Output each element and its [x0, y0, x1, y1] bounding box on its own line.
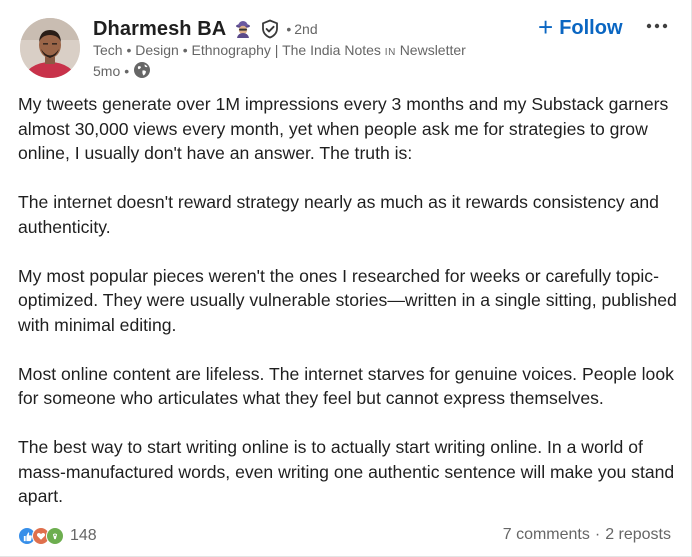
post-body: My tweets generate over 1M impressions e… [18, 92, 678, 509]
post-time[interactable]: 5mo [93, 63, 120, 79]
degree-label: 2nd [294, 21, 318, 37]
more-icon[interactable] [645, 14, 669, 38]
post-paragraph: My tweets generate over 1M impressions e… [18, 94, 669, 163]
feed-post: Dharmesh BA • 2nd Tech • Design • Ethnogr… [0, 0, 692, 557]
profile-photo [20, 18, 80, 78]
spy-badge-icon [233, 19, 253, 39]
follow-button[interactable]: + Follow [538, 14, 623, 42]
avatar[interactable] [20, 18, 80, 78]
author-name[interactable]: Dharmesh BA [93, 18, 226, 41]
celebrate-icon [46, 527, 64, 545]
post-paragraph: Most online content are lifeless. The in… [18, 363, 674, 409]
post-paragraph: The internet doesn't reward strategy nea… [18, 192, 659, 237]
reposts-link[interactable]: 2 reposts [605, 526, 671, 544]
headline-badge: IN [384, 47, 396, 58]
engagement-stats: 7 comments · 2 reposts [502, 526, 671, 544]
headline-suffix: Newsletter [399, 42, 466, 58]
reaction-count: 148 [70, 527, 97, 544]
verified-shield-icon[interactable] [260, 19, 280, 39]
author-headline: Tech • Design • Ethnography | The India … [93, 42, 466, 58]
post-paragraph: The best way to start writing online is … [18, 437, 675, 506]
globe-icon [133, 61, 151, 82]
author-row: Dharmesh BA • 2nd [93, 16, 318, 42]
follow-label: Follow [559, 16, 623, 39]
reaction-icons [18, 527, 64, 545]
comments-link[interactable]: 7 comments [503, 526, 590, 544]
reactions-summary[interactable]: 148 [18, 525, 97, 547]
plus-icon: + [538, 12, 554, 42]
post-meta: 5mo • [93, 61, 151, 82]
connection-degree: • 2nd [286, 21, 318, 37]
post-paragraph: My most popular pieces weren't the ones … [18, 265, 677, 335]
headline-text: Tech • Design • Ethnography | The India … [93, 42, 381, 58]
